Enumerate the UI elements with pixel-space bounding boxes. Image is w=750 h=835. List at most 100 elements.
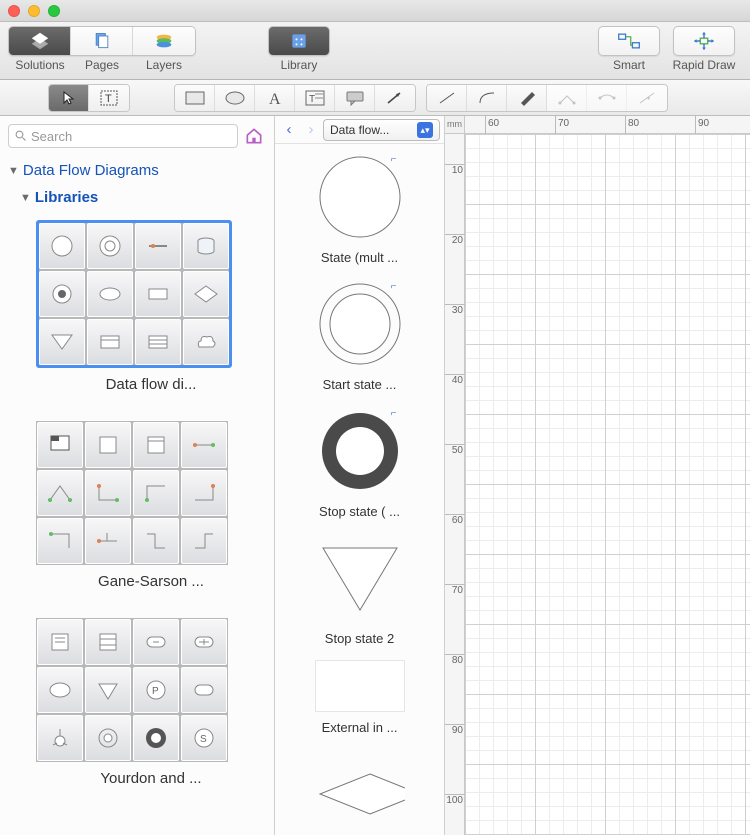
library-button[interactable]	[268, 26, 330, 56]
layers-label: Layers	[133, 58, 195, 72]
textbox-tool[interactable]: T	[295, 85, 335, 111]
svg-text:T: T	[105, 93, 112, 105]
library-thumbnail: P S	[36, 618, 228, 762]
callout-tool[interactable]	[335, 85, 375, 111]
text-select-tool[interactable]: T	[89, 85, 129, 111]
close-window-button[interactable]	[8, 5, 20, 17]
text-tool[interactable]: A	[255, 85, 295, 111]
ruler-tick: 80	[445, 654, 465, 666]
drawing-canvas[interactable]: mm 60 70 80 90 10 20 30 40 50 60 70 80 9…	[445, 116, 750, 835]
shape-toolbar: T A T	[0, 80, 750, 116]
rapid-draw-button[interactable]	[673, 26, 735, 56]
library-label: Library	[268, 58, 330, 72]
svg-text:P: P	[152, 686, 159, 697]
shape-item[interactable]: ⌐ Stop state ( ...	[275, 406, 444, 519]
ellipse-tool[interactable]	[215, 85, 255, 111]
shape-label: Stop state ( ...	[319, 504, 400, 519]
library-group: Library	[268, 26, 330, 72]
window-titlebar	[0, 0, 750, 22]
layers-button[interactable]	[133, 27, 195, 55]
ruler-tick: 70	[445, 584, 465, 596]
expand-icon: ⌐	[391, 154, 397, 165]
connector3-tool[interactable]	[627, 85, 667, 111]
pages-button[interactable]	[71, 27, 133, 55]
forward-button[interactable]: ›	[301, 120, 321, 140]
home-icon[interactable]	[244, 126, 266, 146]
library-thumbnail	[36, 421, 228, 565]
shape-label: External in ...	[322, 720, 398, 735]
library-label: Yourdon and ...	[36, 770, 266, 787]
library-label: Data flow di...	[36, 376, 266, 393]
line-tool[interactable]	[427, 85, 467, 111]
dropdown-icon: ▴▾	[417, 122, 433, 138]
tree-libraries[interactable]: ▼ Libraries	[20, 189, 266, 206]
solutions-tree: ▼ Data Flow Diagrams ▼ Libraries	[0, 156, 274, 815]
ruler-unit: mm	[447, 119, 462, 129]
shape-item[interactable]: ⌐ Start state ...	[275, 279, 444, 392]
connector1-tool[interactable]	[547, 85, 587, 111]
library-thumbnail	[36, 220, 232, 368]
ruler-tick: 10	[445, 164, 465, 176]
ruler-tick: 60	[485, 116, 499, 134]
library-item[interactable]: Data flow di...	[36, 220, 266, 393]
tree-libraries-label: Libraries	[35, 189, 98, 206]
main-toolbar: Solutions Pages Layers Library Smart Rap…	[0, 22, 750, 80]
library-selector-label: Data flow...	[330, 123, 389, 137]
shape-library-header: ‹ › Data flow... ▴▾	[275, 116, 444, 144]
shape-label: State (mult ...	[321, 250, 398, 265]
svg-text:T: T	[309, 94, 315, 105]
pen-tool[interactable]	[507, 85, 547, 111]
smart-label: Smart	[598, 58, 660, 72]
tree-root-label: Data Flow Diagrams	[23, 162, 159, 179]
view-segment: Solutions Pages Layers	[8, 26, 196, 72]
vertical-ruler: 10 20 30 40 50 60 70 80 90 100 110	[445, 134, 465, 835]
arrow-tool[interactable]	[375, 85, 415, 111]
ruler-tick: 80	[625, 116, 639, 134]
solutions-sidebar: Search ▼ Data Flow Diagrams ▼ Libraries	[0, 116, 275, 835]
ruler-tick: 50	[445, 444, 465, 456]
solutions-button[interactable]	[9, 27, 71, 55]
shape-label: Stop state 2	[325, 631, 394, 646]
disclosure-icon: ▼	[8, 165, 19, 177]
ruler-tick: 70	[555, 116, 569, 134]
library-selector[interactable]: Data flow... ▴▾	[323, 119, 440, 141]
search-icon	[15, 130, 27, 142]
shape-item[interactable]: External in ...	[275, 660, 444, 735]
minimize-window-button[interactable]	[28, 5, 40, 17]
ruler-tick: 90	[445, 724, 465, 736]
search-input[interactable]: Search	[8, 124, 238, 148]
library-label: Gane-Sarson ...	[36, 573, 266, 590]
ruler-tick: 40	[445, 374, 465, 386]
back-button[interactable]: ‹	[279, 120, 299, 140]
library-item[interactable]: Gane-Sarson ...	[36, 421, 266, 590]
search-placeholder: Search	[31, 129, 72, 144]
tree-root[interactable]: ▼ Data Flow Diagrams	[8, 162, 266, 179]
main-area: Search ▼ Data Flow Diagrams ▼ Libraries	[0, 116, 750, 835]
zoom-window-button[interactable]	[48, 5, 60, 17]
curve-tool[interactable]	[467, 85, 507, 111]
shape-item[interactable]: ⌐ State (mult ...	[275, 152, 444, 265]
solutions-label: Solutions	[9, 58, 71, 72]
rapid-group: Rapid Draw	[666, 26, 742, 72]
ruler-tick: 20	[445, 234, 465, 246]
smart-button[interactable]	[598, 26, 660, 56]
rect-tool[interactable]	[175, 85, 215, 111]
ruler-tick: 60	[445, 514, 465, 526]
library-item[interactable]: P S Yourdon and ...	[36, 618, 266, 787]
rapid-label: Rapid Draw	[666, 58, 742, 72]
expand-icon: ⌐	[391, 281, 397, 292]
shape-list: ⌐ State (mult ... ⌐ Start state ... ⌐ St…	[275, 144, 444, 835]
shape-item[interactable]: Stop state 2	[275, 533, 444, 646]
ruler-tick: 100	[445, 794, 465, 806]
ruler-tick: 30	[445, 304, 465, 316]
pointer-tool[interactable]	[49, 85, 89, 111]
expand-icon: ⌐	[391, 408, 397, 419]
ruler-tick: 90	[695, 116, 709, 134]
pages-label: Pages	[71, 58, 133, 72]
shape-label: Start state ...	[323, 377, 397, 392]
horizontal-ruler: mm 60 70 80 90	[465, 116, 750, 134]
shape-item[interactable]	[275, 749, 444, 835]
connector2-tool[interactable]	[587, 85, 627, 111]
svg-text:S: S	[200, 734, 207, 745]
svg-text:A: A	[269, 91, 281, 106]
